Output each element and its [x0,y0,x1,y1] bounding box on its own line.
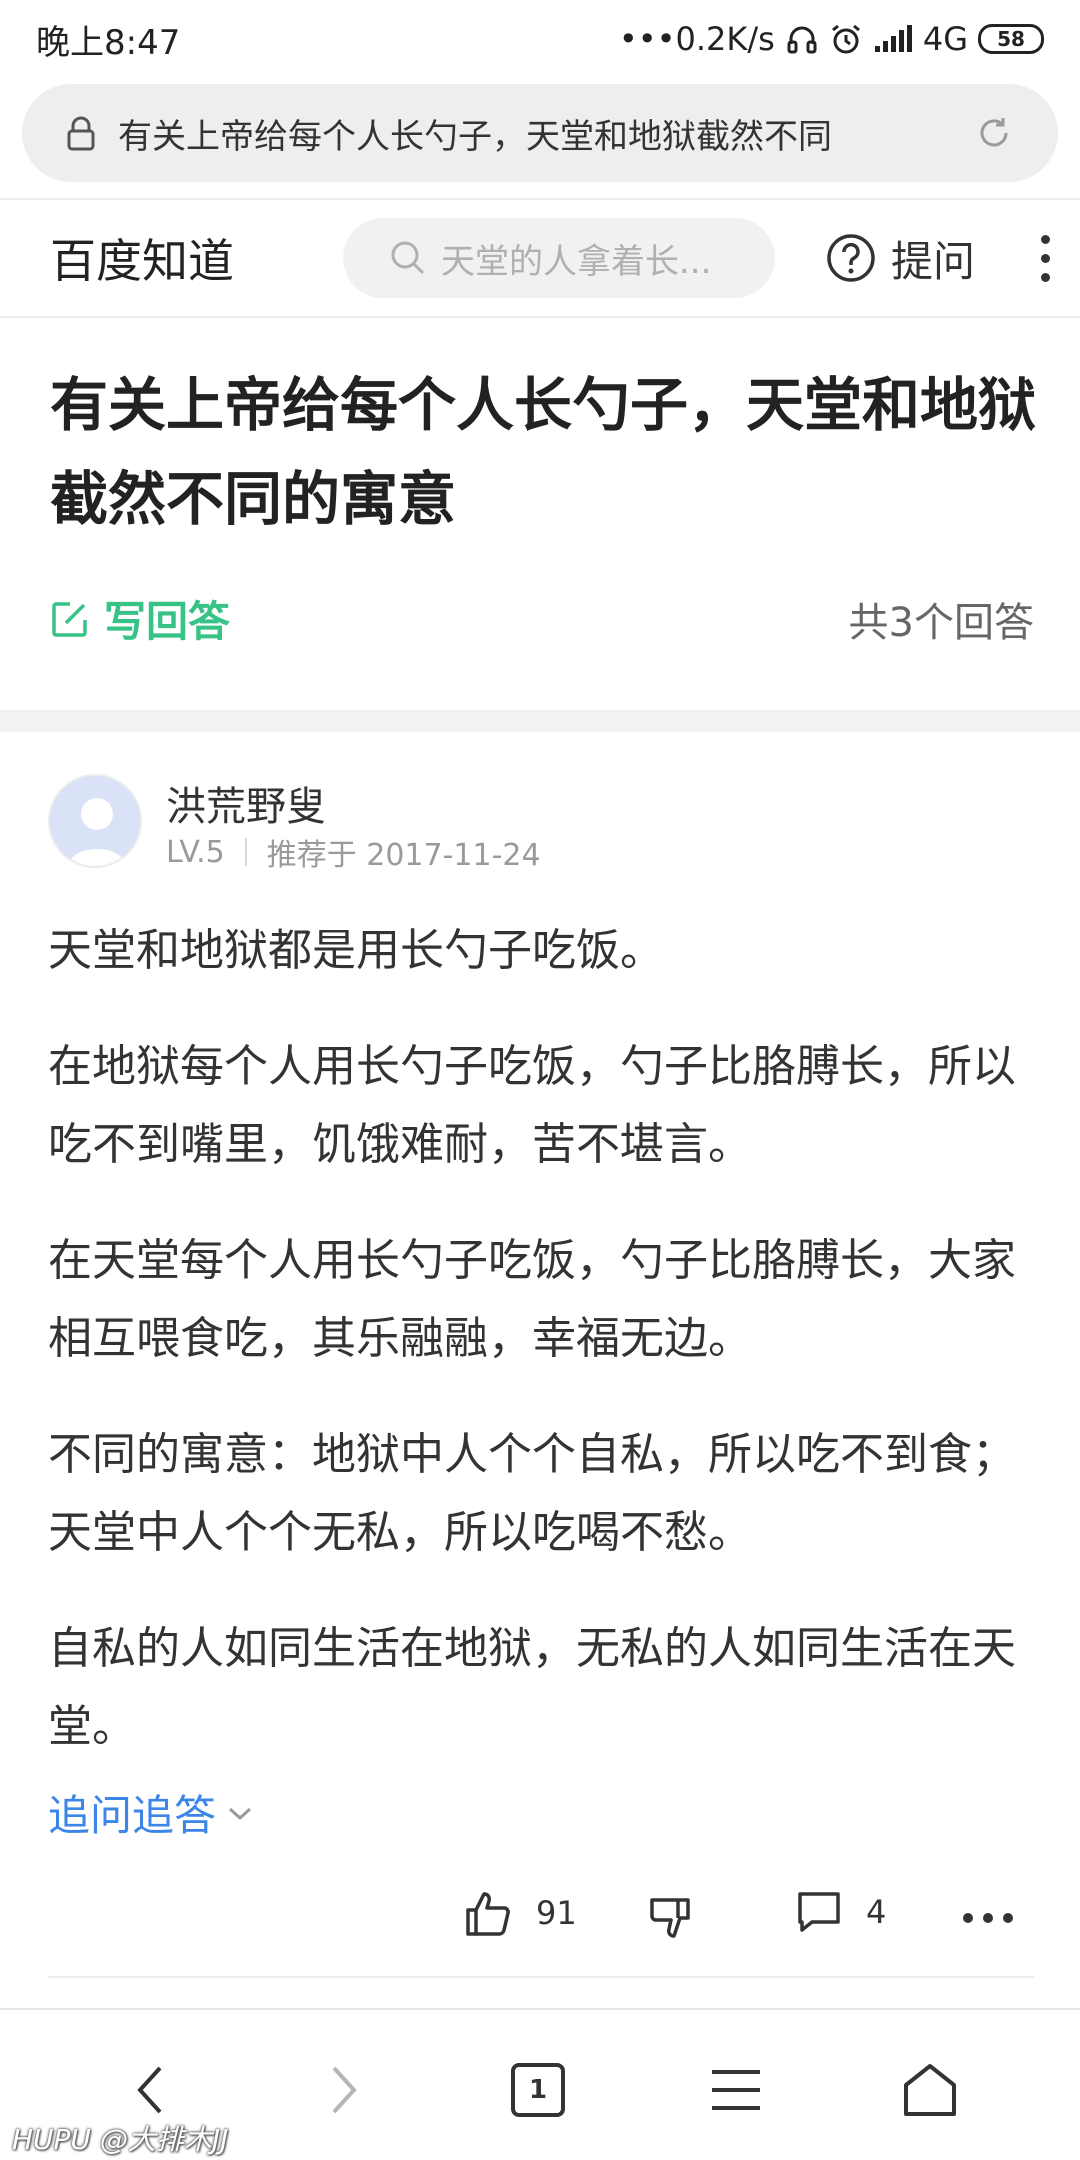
comment-count: 4 [866,1893,887,1931]
home-icon[interactable] [900,2060,960,2120]
chevron-down-icon [229,1807,252,1820]
battery-icon: 58 [978,24,1044,54]
follow-up-label: 追问追答 [48,1791,217,1840]
back-icon[interactable] [120,2060,180,2120]
battery-level: 58 [997,27,1025,51]
recommended-date: 推荐于 2017-11-24 [266,838,541,873]
question-icon [827,234,875,282]
network-speed: •••0.2K/s [618,20,775,58]
search-input[interactable]: 天堂的人拿着长... [343,218,775,298]
refresh-icon[interactable] [974,113,1014,153]
tab-count: 1 [528,2075,548,2105]
site-logo[interactable]: 百度知道 [50,225,293,291]
address-bar[interactable]: 有关上帝给每个人长勺子，天堂和地狱截然不同 [22,84,1058,182]
question-title: 有关上帝给每个人长勺子，天堂和地狱截然不同的寓意 [50,371,1037,533]
thumbs-down-icon [650,1898,690,1938]
comment-button[interactable]: 4 [796,1890,886,1934]
signal-icon [874,25,912,52]
avatar-icon [50,776,140,866]
more-vert-icon[interactable] [1041,234,1051,282]
follow-up-link[interactable]: 追问追答 [48,1782,254,1843]
answer-count: 共3个回答 [848,600,1034,646]
section-divider [0,710,1080,732]
dots-icon [963,1913,1013,1923]
like-button[interactable]: 91 [464,1890,577,1936]
author-level: LV.5 [166,834,225,870]
more-horiz-icon[interactable] [962,1912,1014,1924]
answer-actions: 91 4 [0,1882,1080,1952]
meta-separator [244,838,247,866]
network-type: 4G [922,20,968,58]
answer-body: 天堂和地狱都是用长勺子吃饭。 在地狱每个人用长勺子吃饭，勺子比胳膊长，所以吃不到… [48,912,1038,1804]
url-text[interactable]: 有关上帝给每个人长勺子，天堂和地狱截然不同 [118,109,924,158]
answer-paragraph: 在地狱每个人用长勺子吃饭，勺子比胳膊长，所以吃不到嘴里，饥饿难耐，苦不堪言。 [48,1041,1016,1170]
answer-paragraph: 天堂和地狱都是用长勺子吃饭。 [48,925,664,976]
author-name[interactable]: 洪荒野叟 [166,774,326,832]
avatar[interactable] [48,774,142,868]
ask-label: 提问 [891,236,976,286]
menu-icon[interactable] [706,2060,766,2120]
write-answer-label: 写回答 [104,597,231,646]
answer-paragraph: 自私的人如同生活在地狱，无私的人如同生活在天堂。 [48,1623,1016,1752]
search-icon [391,241,425,275]
comment-icon [798,1892,840,1932]
forward-icon[interactable] [314,2060,374,2120]
tabs-button[interactable]: 1 [508,2060,568,2120]
tabs-icon: 1 [511,2063,565,2117]
alarm-icon [831,24,860,54]
divider [48,1976,1034,1978]
browser-page: 晚上8:47 •••0.2K/s 4G 58 有关上帝给每个人长勺子，天堂和地狱… [0,0,1080,2160]
status-time: 晚上8:47 [36,22,181,63]
edit-icon [52,601,87,637]
answer-paragraph: 在天堂每个人用长勺子吃饭，勺子比胳膊长，大家相互喂食吃，其乐融融，幸福无边。 [48,1235,1016,1364]
thumbs-up-icon [466,1892,510,1936]
site-header: 百度知道 天堂的人拿着长... 提问 [0,200,1080,318]
write-answer-button[interactable]: 写回答 [50,588,230,649]
status-bar: 晚上8:47 •••0.2K/s 4G 58 [0,0,1080,78]
lock-icon [67,116,95,151]
dislike-button[interactable] [648,1896,694,1942]
watermark: HUPU @大排木JJ [12,2123,229,2156]
search-placeholder: 天堂的人拿着长... [441,241,712,282]
headphones-icon [787,26,817,54]
status-icons: •••0.2K/s 4G 58 [619,20,1044,58]
author-meta: LV.5 推荐于 2017-11-24 [166,830,541,874]
answer-paragraph: 不同的寓意：地狱中人个个自私，所以吃不到食；天堂中人个个无私，所以吃喝不愁。 [48,1429,1016,1558]
ask-question-button[interactable]: 提问 [825,228,975,289]
like-count: 91 [536,1894,577,1932]
